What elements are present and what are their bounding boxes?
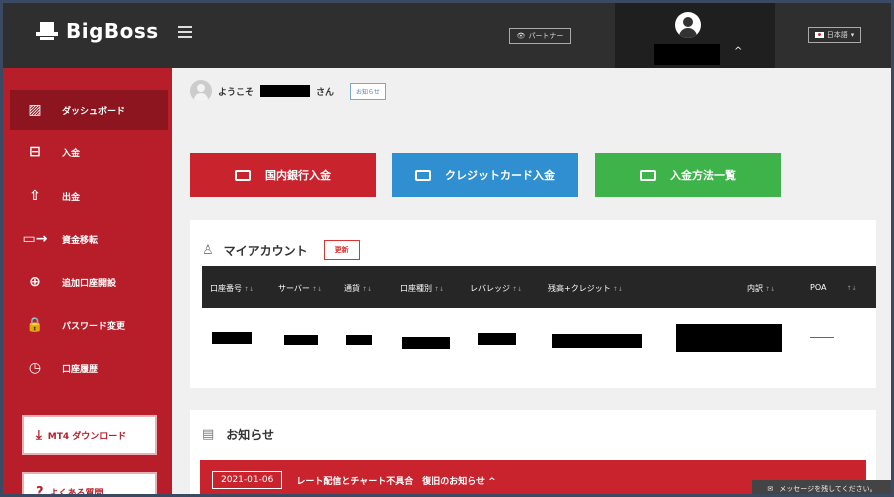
brand-name: BigBoss — [66, 19, 159, 43]
sidebar-item-label: 口座履歴 — [62, 364, 99, 375]
language-label: 日本語 — [826, 31, 848, 39]
welcome-line: ようこそ さん お知らせ — [190, 80, 386, 102]
my-account-card: ♙ マイアカウント 更新 口座番号 ↑↓ サーバー ↑↓ 通貨 ↑↓ 口座種別 ↑↓ レ… — [190, 220, 876, 388]
card-icon — [235, 169, 251, 181]
download-icon: ⤓ — [36, 427, 42, 443]
my-account-title: マイアカウント — [223, 243, 308, 258]
sidebar: ▨ ダッシュボード ⊟ 入金 ⇧ 出金 ▭→ 資金移転 ⊕ 追加口座開設 🔒 パ… — [0, 68, 172, 497]
partner-button[interactable]: 👁 パートナー — [509, 28, 571, 44]
account-table-header: 口座番号 ↑↓ サーバー ↑↓ 通貨 ↑↓ 口座種別 ↑↓ レバレッジ ↑↓ 残高+クレジ… — [202, 266, 876, 308]
col-account-type[interactable]: 口座種別 ↑↓ — [400, 283, 444, 294]
question-icon: ? — [36, 484, 44, 497]
redacted-cell — [284, 335, 318, 345]
sidebar-item-label: 追加口座開設 — [62, 278, 117, 289]
sidebar-item-dashboard[interactable]: ▨ ダッシュボード — [10, 90, 168, 130]
chart-icon: ▨ — [28, 102, 42, 118]
news-title: ▤ お知らせ — [202, 426, 274, 443]
envelope-icon: ✉ — [767, 484, 774, 493]
partner-label: パートナー — [528, 32, 564, 40]
credit-card-deposit-button[interactable]: クレジットカード入金 — [392, 153, 578, 197]
hat-logo-icon — [36, 22, 58, 40]
redacted-cell — [402, 337, 450, 349]
user-avatar-icon[interactable] — [675, 12, 701, 38]
welcome-prefix: ようこそ — [218, 87, 255, 98]
faq-button[interactable]: ? よくある質問 — [22, 472, 157, 497]
chevron-down-icon: ▾ — [850, 31, 855, 39]
document-icon: ▤ — [202, 427, 215, 442]
chat-message-tab[interactable]: ✉ メッセージを残してください。 — [752, 480, 892, 497]
sidebar-item-label: 出金 — [62, 192, 81, 203]
col-currency[interactable]: 通貨 ↑↓ — [344, 283, 372, 294]
sidebar-item-transfer[interactable]: ▭→ 資金移転 — [10, 219, 168, 259]
sidebar-item-label: 資金移転 — [62, 235, 99, 246]
col-server[interactable]: サーバー ↑↓ — [278, 283, 322, 294]
hamburger-menu-icon[interactable] — [178, 26, 192, 38]
mt4-download-button[interactable]: ⤓ MT4 ダウンロード — [22, 415, 157, 455]
deposit-methods-label: 入金方法一覧 — [670, 169, 736, 182]
news-headline: レート配信とチャート不具合 復旧のお知らせ ^ — [296, 476, 496, 487]
deposit-methods-button[interactable]: 入金方法一覧 — [595, 153, 781, 197]
avatar — [190, 80, 212, 102]
credit-card-icon — [415, 169, 431, 181]
mt4-download-label: MT4 ダウンロード — [47, 431, 127, 442]
update-button[interactable]: 更新 — [323, 240, 360, 260]
language-select[interactable]: 日本語 ▾ — [808, 27, 861, 43]
news-title-label: お知らせ — [226, 428, 275, 442]
history-icon: ◷ — [28, 360, 42, 376]
poa-value — [810, 337, 834, 338]
redacted-username — [654, 44, 720, 65]
chat-label: メッセージを残してください。 — [779, 484, 877, 493]
domestic-bank-label: 国内銀行入金 — [265, 169, 331, 182]
eye-icon: 👁 — [516, 32, 526, 40]
deposit-icon: ⊟ — [29, 144, 41, 160]
redacted-cell — [478, 333, 516, 345]
news-date: 2021-01-06 — [212, 471, 283, 489]
sidebar-item-label: パスワード変更 — [62, 321, 126, 332]
cash-icon — [640, 169, 656, 181]
top-bar: BigBoss 👁 パートナー ^ 日本語 ▾ — [0, 0, 894, 68]
withdraw-icon: ⇧ — [29, 188, 41, 204]
chevron-up-icon[interactable]: ^ — [734, 46, 742, 57]
redacted-cell — [552, 334, 642, 348]
redacted-username — [260, 85, 311, 97]
sidebar-item-label: 入金 — [62, 148, 81, 159]
card-title: ♙ マイアカウント 更新 — [202, 240, 360, 260]
notice-tag[interactable]: お知らせ — [350, 82, 386, 100]
domestic-bank-deposit-button[interactable]: 国内銀行入金 — [190, 153, 376, 197]
add-account-icon: ⊕ — [29, 274, 41, 290]
sidebar-item-add-account[interactable]: ⊕ 追加口座開設 — [10, 262, 168, 302]
col-balance-credit[interactable]: 残高+クレジット ↑↓ — [548, 283, 623, 294]
main-content: ようこそ さん お知らせ 国内銀行入金 クレジットカード入金 入金方法一覧 ♙ … — [172, 68, 894, 497]
redacted-cell — [212, 332, 252, 344]
lock-icon: 🔒 — [26, 317, 44, 333]
credit-card-label: クレジットカード入金 — [445, 169, 555, 182]
col-breakdown[interactable]: 内訳 ↑↓ — [747, 283, 775, 294]
redacted-cell — [676, 324, 782, 352]
col-account-number[interactable]: 口座番号 ↑↓ — [210, 283, 254, 294]
welcome-suffix: さん — [316, 87, 335, 98]
transfer-icon: ▭→ — [22, 231, 48, 247]
col-leverage[interactable]: レバレッジ ↑↓ — [470, 283, 522, 294]
japan-flag-icon — [814, 32, 824, 38]
sidebar-item-withdraw[interactable]: ⇧ 出金 — [10, 176, 168, 216]
redacted-cell — [346, 335, 372, 345]
brand-logo[interactable]: BigBoss — [34, 18, 159, 44]
sidebar-item-history[interactable]: ◷ 口座履歴 — [10, 348, 168, 388]
sidebar-item-label: ダッシュボード — [62, 106, 126, 117]
col-poa[interactable]: POA ↑↓ — [810, 283, 857, 292]
sidebar-item-deposit[interactable]: ⊟ 入金 — [10, 132, 168, 172]
faq-label: よくある質問 — [49, 488, 104, 497]
user-icon: ♙ — [202, 242, 214, 258]
sidebar-item-password[interactable]: 🔒 パスワード変更 — [10, 305, 168, 345]
